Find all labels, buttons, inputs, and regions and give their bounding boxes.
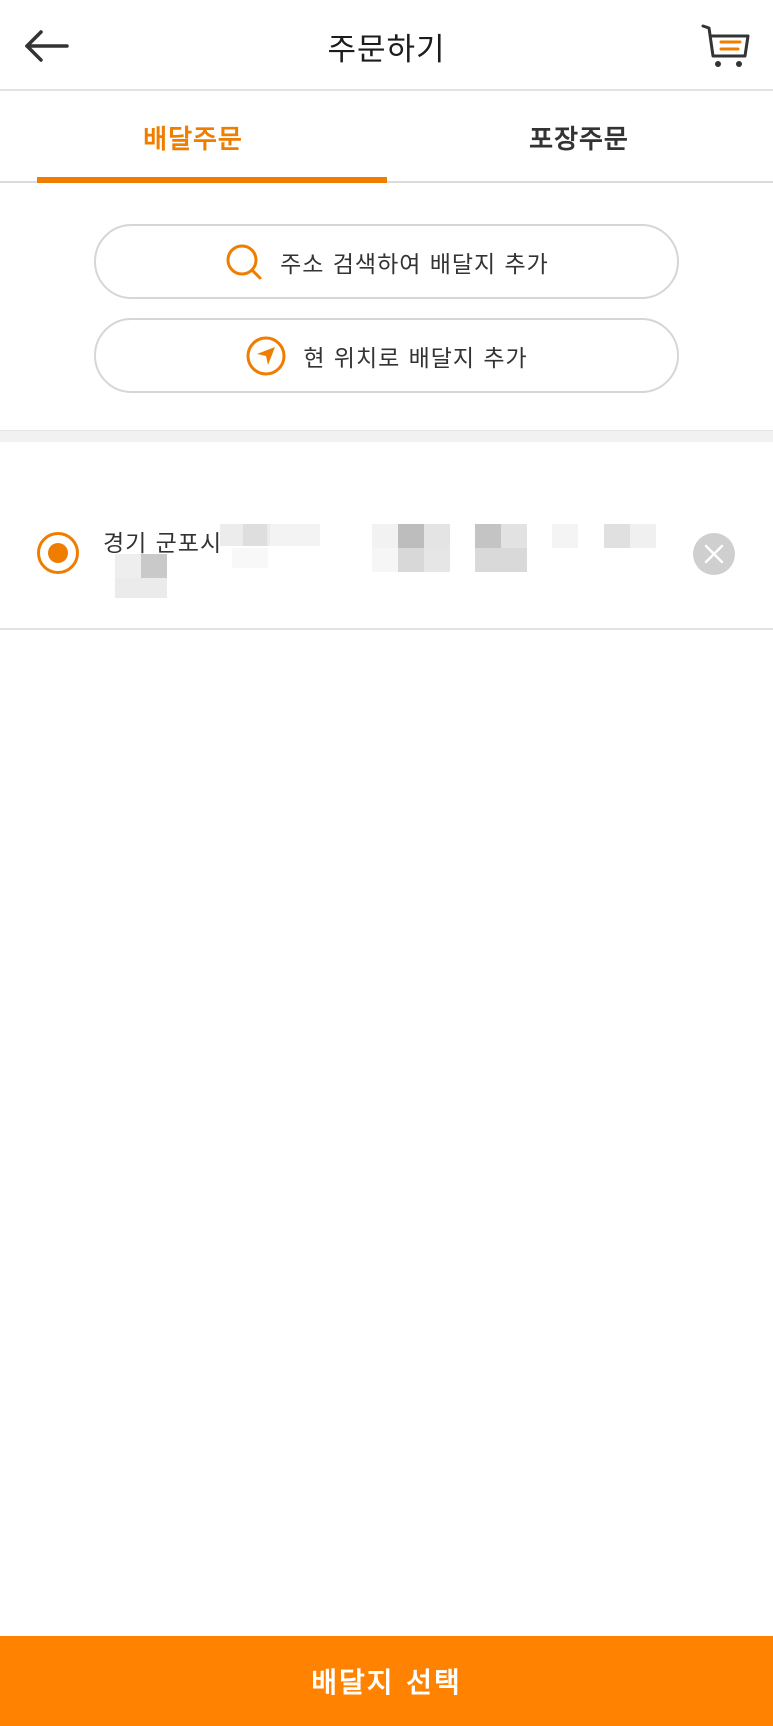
header: 주문하기 xyxy=(0,0,773,91)
cart-icon xyxy=(701,24,750,67)
current-location-button[interactable]: 현 위치로 배달지 추가 xyxy=(94,318,679,393)
order-type-tabs: 배달주문 포장주문 xyxy=(0,93,773,183)
close-icon xyxy=(704,544,724,564)
order-page: 주문하기 배달주문 포장주문 주소 검색하여 배달지 추가 현 위치로 배달지 … xyxy=(0,0,773,1726)
active-tab-indicator xyxy=(37,177,387,183)
address-radio[interactable] xyxy=(37,532,79,574)
page-title: 주문하기 xyxy=(327,32,446,68)
tab-delivery[interactable]: 배달주문 xyxy=(0,93,386,181)
address-list-item[interactable]: 경기 군포시 xyxy=(0,442,773,630)
select-address-button[interactable]: 배달지 선택 xyxy=(0,1636,773,1726)
radio-selected-dot xyxy=(48,543,68,563)
address-text: 경기 군포시 xyxy=(103,531,223,557)
current-location-label: 현 위치로 배달지 추가 xyxy=(303,345,528,372)
delete-address-button[interactable] xyxy=(693,533,735,575)
search-icon xyxy=(224,242,264,282)
search-address-label: 주소 검색하여 배달지 추가 xyxy=(280,251,549,278)
location-arrow-icon xyxy=(245,335,287,377)
section-divider xyxy=(0,430,773,442)
search-address-button[interactable]: 주소 검색하여 배달지 추가 xyxy=(94,224,679,299)
tab-takeout[interactable]: 포장주문 xyxy=(386,93,772,181)
cart-button[interactable] xyxy=(695,16,757,76)
